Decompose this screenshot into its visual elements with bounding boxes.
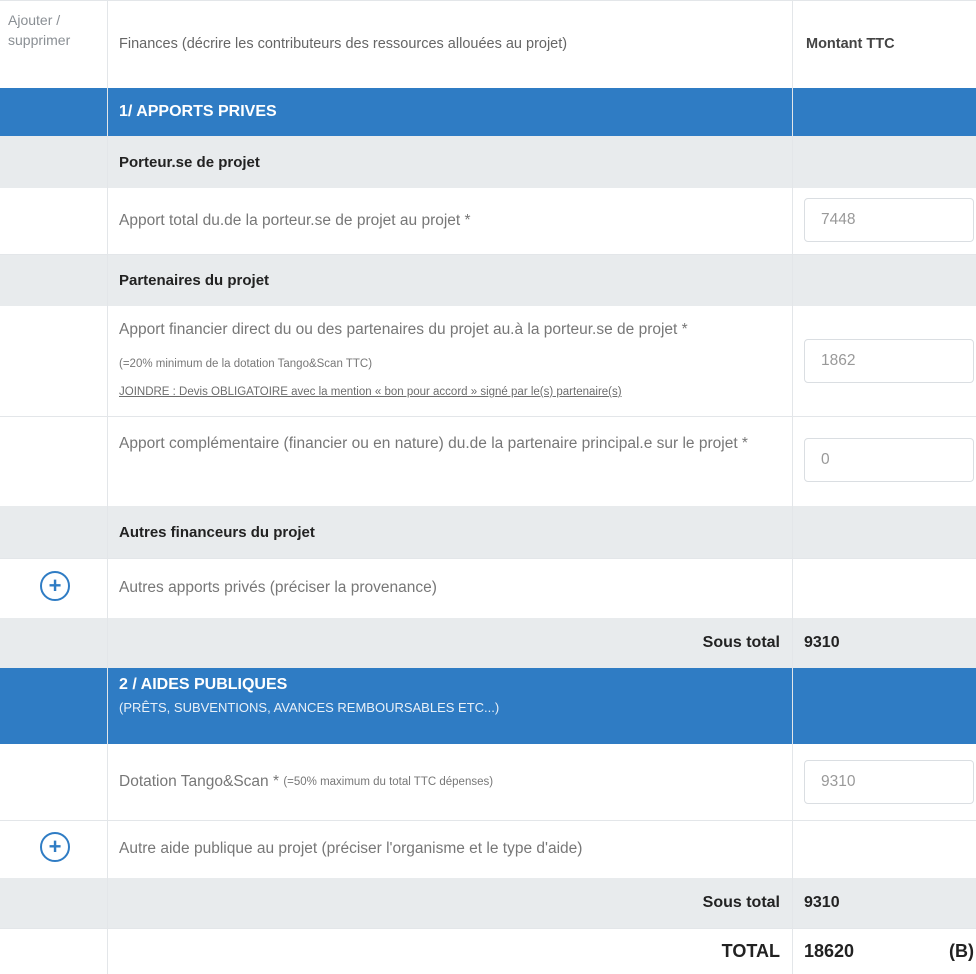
- grid-line: [0, 0, 976, 1]
- subtotal-1-value: 9310: [804, 634, 840, 651]
- section-1-right: [792, 88, 976, 136]
- row-subtotal-2: Sous total 9310: [0, 878, 976, 928]
- partenaires-direct-cell: 1862: [792, 306, 976, 416]
- porteur-apport-cell: 7448: [792, 188, 976, 254]
- total-label: TOTAL: [721, 940, 780, 961]
- dotation-label: Dotation Tango&Scan *: [119, 773, 279, 790]
- porteur-title: Porteur.se de projet: [119, 153, 260, 171]
- total-marker: (B): [949, 940, 974, 961]
- grid-line: [0, 928, 976, 929]
- dotation-note: (=50% maximum du total TTC dépenses): [283, 776, 494, 788]
- header-add-remove: Ajouter / supprimer: [8, 12, 71, 48]
- section-2-text: 2 / AIDES PUBLIQUES (PRÊTS, SUBVENTIONS,…: [107, 668, 792, 744]
- table-header: Ajouter / supprimer Finances (décrire le…: [0, 0, 976, 88]
- subtotal-2-label: Sous total: [702, 894, 780, 911]
- grid-line: [0, 820, 976, 821]
- dotation-cell: 9310: [792, 744, 976, 820]
- partenaires-direct-note: (=20% minimum de la dotation Tango&Scan …: [119, 358, 373, 370]
- subtotal-1-label: Sous total: [702, 634, 780, 651]
- partenaires-compl-cell: 0: [792, 416, 976, 506]
- grid-line: [107, 0, 108, 974]
- section-private-contributions: 1/ APPORTS PRIVES: [0, 88, 976, 136]
- partenaires-compl-input[interactable]: 0: [804, 438, 974, 482]
- dotation-text: Dotation Tango&Scan * (=50% maximum du t…: [107, 744, 792, 820]
- header-amount: Montant TTC: [806, 36, 895, 52]
- row-autre-aide: + Autre aide publique au projet (précise…: [0, 820, 976, 878]
- row-autres-apports: + Autres apports privés (préciser la pro…: [0, 558, 976, 618]
- subsection-autres: Autres financeurs du projet: [0, 506, 976, 558]
- row-total: TOTAL 18620 (B): [0, 928, 976, 974]
- row-dotation: Dotation Tango&Scan * (=50% maximum du t…: [0, 744, 976, 820]
- partenaires-compl-label: Apport complémentaire (financier ou en n…: [119, 435, 748, 452]
- section-1-title: 1/ APPORTS PRIVES: [119, 103, 277, 120]
- autres-apports-label: Autres apports privés (préciser la prove…: [119, 579, 437, 596]
- dotation-input[interactable]: 9310: [804, 760, 974, 804]
- grid-line: [0, 558, 976, 559]
- total-value: 18620 (B): [792, 928, 976, 974]
- section-2-left: [0, 668, 107, 744]
- partenaires-direct-text: Apport financier direct du ou des parten…: [107, 306, 792, 416]
- autres-add-cell: +: [0, 558, 107, 618]
- row-porteur-apport: Apport total du.de la porteur.se de proj…: [0, 188, 976, 254]
- row-partenaires-compl: Apport complémentaire (financier ou en n…: [0, 416, 976, 506]
- subsection-porteur: Porteur.se de projet: [0, 136, 976, 188]
- autres-title: Autres financeurs du projet: [119, 523, 315, 541]
- finances-table: Ajouter / supprimer Finances (décrire le…: [0, 0, 976, 974]
- partenaires-title: Partenaires du projet: [119, 271, 270, 289]
- total-amount: 18620: [804, 940, 855, 961]
- section-public-aid: 2 / AIDES PUBLIQUES (PRÊTS, SUBVENTIONS,…: [0, 668, 976, 744]
- subtotal-2-value: 9310: [804, 894, 840, 911]
- autre-aide-label: Autre aide publique au projet (préciser …: [119, 840, 583, 857]
- partenaires-direct-label: Apport financier direct du ou des parten…: [119, 321, 688, 338]
- section-2-right: [792, 668, 976, 744]
- partenaires-direct-link[interactable]: JOINDRE : Devis OBLIGATOIRE avec la ment…: [119, 380, 776, 404]
- porteur-apport-label: Apport total du.de la porteur.se de proj…: [119, 212, 471, 229]
- grid-line: [0, 254, 976, 255]
- header-finances: Finances (décrire les contributeurs des …: [119, 36, 568, 52]
- section-1-left: [0, 88, 107, 136]
- row-subtotal-1: Sous total 9310: [0, 618, 976, 668]
- plus-circle-icon[interactable]: +: [40, 832, 70, 862]
- subsection-partenaires: Partenaires du projet: [0, 254, 976, 306]
- porteur-apport-input[interactable]: 7448: [804, 198, 974, 242]
- section-2-subtitle: (PRÊTS, SUBVENTIONS, AVANCES REMBOURSABL…: [119, 700, 500, 715]
- row-partenaires-direct: Apport financier direct du ou des parten…: [0, 306, 976, 416]
- partenaires-direct-input[interactable]: 1862: [804, 339, 974, 383]
- autre-aide-add-cell: +: [0, 820, 107, 878]
- grid-line: [0, 416, 976, 417]
- section-2-title: 2 / AIDES PUBLIQUES: [119, 676, 288, 693]
- plus-circle-icon[interactable]: +: [40, 571, 70, 601]
- grid-line: [792, 0, 793, 974]
